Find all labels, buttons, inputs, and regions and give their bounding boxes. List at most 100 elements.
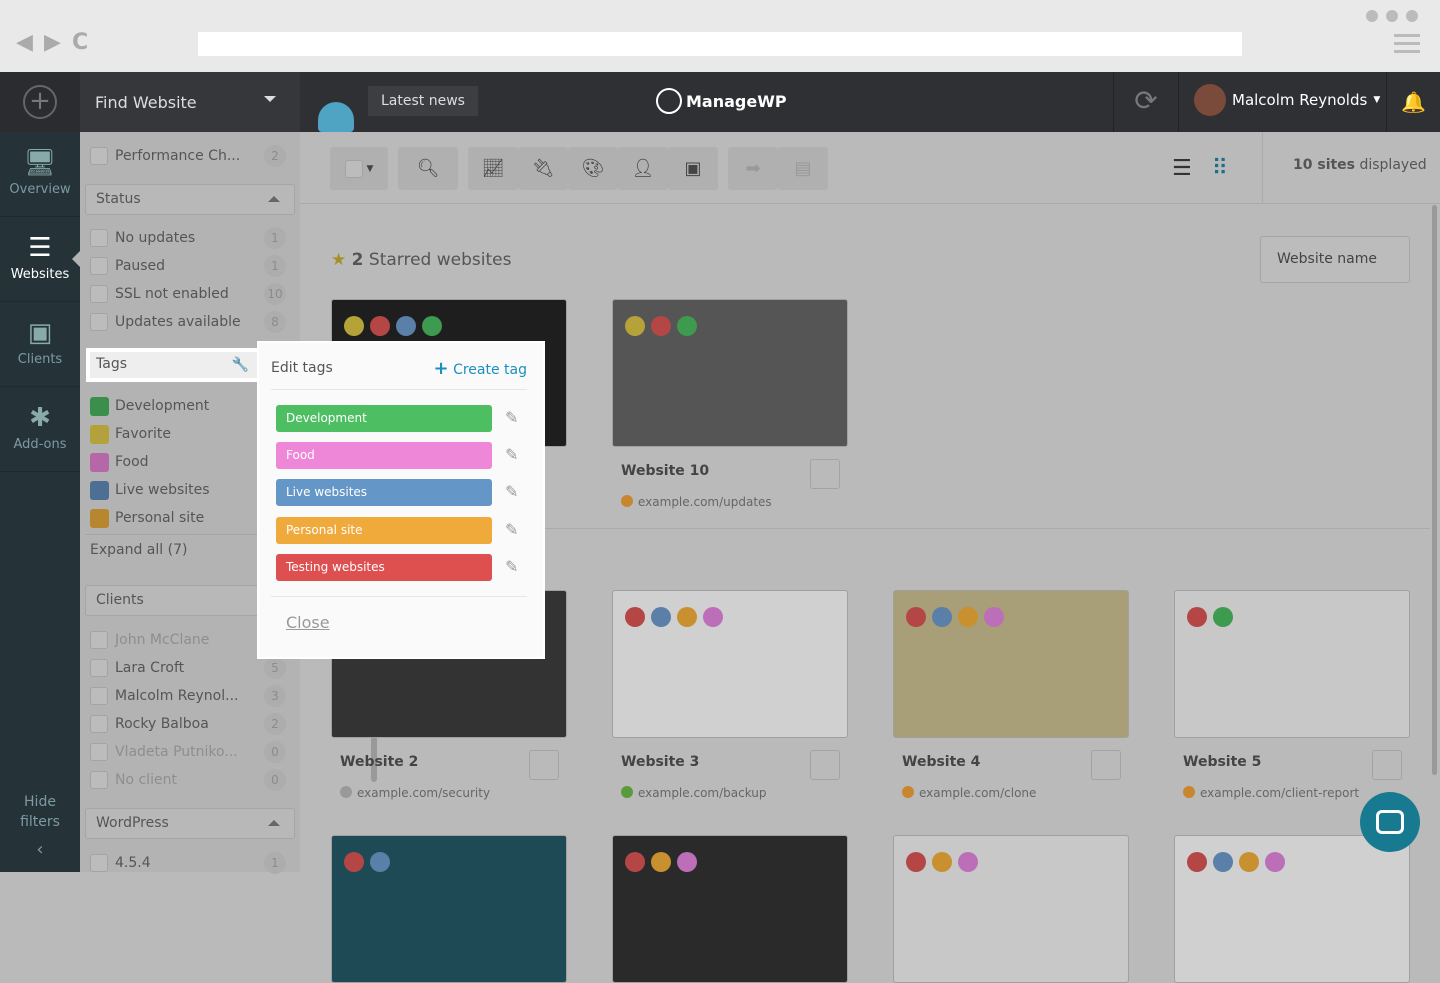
pencil-icon[interactable]: ✎ [505,445,518,464]
select-checkbox[interactable] [529,750,559,780]
website-url[interactable]: example.com/security [340,786,567,800]
checkbox[interactable] [90,229,108,247]
filter-client[interactable]: Lara Croft 5 [90,657,286,679]
checkbox[interactable] [90,854,108,872]
checkbox[interactable] [90,147,108,165]
website-card[interactable] [893,835,1129,983]
create-tag-button[interactable]: + Create tag [434,358,527,379]
select-all-dropdown[interactable]: ▼ [330,147,388,190]
pencil-icon[interactable]: ✎ [505,520,518,539]
status-section-header[interactable]: Status [85,184,295,215]
sort-dropdown[interactable]: Website name [1260,236,1410,283]
themes-button[interactable]: 🎨︎ [568,147,618,190]
tag-pill[interactable]: Development [276,405,492,432]
main-scrollbar[interactable] [1432,205,1437,775]
checkbox[interactable] [90,715,108,733]
filter-tag[interactable]: Personal site [90,507,286,529]
filter-status[interactable]: Updates available 8 [90,311,286,333]
tag-pill[interactable]: Personal site [276,516,492,544]
add-website-button[interactable]: + [0,72,80,132]
nav-websites[interactable]: ☰ Websites [0,217,80,302]
filter-client[interactable]: Malcolm Reynol... 3 [90,685,286,707]
website-card[interactable]: Website 3 example.com/backup [612,590,848,800]
checkbox[interactable] [90,687,108,705]
filter-status[interactable]: No updates 1 [90,227,286,249]
checkbox[interactable] [90,313,108,331]
chat-button[interactable] [1360,792,1420,852]
website-card[interactable] [1174,835,1410,983]
website-thumbnail[interactable] [612,299,848,447]
checkbox[interactable] [90,285,108,303]
tags-section-header[interactable]: Tags 🔧 [86,348,261,382]
website-thumbnail[interactable] [612,590,848,738]
address-bar[interactable] [198,32,1242,56]
back-icon[interactable]: ◀ [16,30,33,55]
tag-pill[interactable]: Testing websites [276,553,492,581]
filter-performance[interactable]: Performance Ch... 2 [90,145,286,167]
nav-overview[interactable]: 🖥 Overview [0,132,80,217]
users-button[interactable]: 👤︎ [618,147,668,190]
expand-all-link[interactable]: Expand all (7) [90,539,286,561]
nav-clients[interactable]: ▣ Clients [0,302,80,387]
website-thumbnail[interactable] [331,835,567,983]
grid-view-icon[interactable]: ⠿ [1212,156,1228,181]
nav-addons[interactable]: ✱ Add-ons [0,387,80,472]
select-checkbox[interactable] [810,750,840,780]
close-link[interactable]: Close [286,613,330,632]
pencil-icon[interactable]: ✎ [505,557,518,576]
website-card[interactable]: Website 10 example.com/updates [612,299,848,509]
filter-client[interactable]: John McClane [90,629,286,651]
filter-tag[interactable]: Favorite [90,423,286,445]
wordpress-section-header[interactable]: WordPress [85,808,295,839]
filter-tag[interactable]: Food [90,451,286,473]
code-snippet-button[interactable]: ▣ [668,147,718,190]
website-url[interactable]: example.com/clone [902,786,1129,800]
hamburger-menu-icon[interactable] [1394,34,1420,58]
checkbox[interactable] [90,659,108,677]
select-checkbox[interactable] [1372,750,1402,780]
website-thumbnail[interactable] [612,835,848,983]
wrench-icon[interactable]: 🔧 [232,357,249,373]
checkbox[interactable] [90,631,108,649]
filter-client[interactable]: Rocky Balboa 2 [90,713,286,735]
checkbox[interactable] [90,743,108,761]
filter-client[interactable]: No client 0 [90,769,286,791]
website-thumbnail[interactable] [893,590,1129,738]
website-card[interactable] [331,835,567,983]
website-thumbnail[interactable] [1174,590,1410,738]
select-checkbox[interactable] [810,459,840,489]
search-button[interactable]: 🔍︎ [398,147,458,190]
bell-icon[interactable]: 🔔 [1386,72,1440,132]
checkbox[interactable] [90,257,108,275]
select-checkbox[interactable] [1091,750,1121,780]
plugins-button[interactable]: 🔌︎ [518,147,568,190]
find-website-dropdown[interactable]: Find Website [80,72,300,132]
website-url[interactable]: example.com/backup [621,786,848,800]
latest-news-button[interactable]: Latest news [368,86,478,116]
tag-pill[interactable]: Food [276,442,492,470]
filter-wp-version[interactable]: 4.5.4 1 [90,852,286,874]
managewp-logo[interactable]: ManageWP [656,88,787,114]
user-menu[interactable]: Malcolm Reynolds ▼ [1194,84,1380,116]
hide-filters-button[interactable]: Hide filters ‹ [0,792,80,860]
tag-pill[interactable]: Live websites [276,479,492,507]
filter-tag[interactable]: Live websites [90,479,286,501]
filter-status[interactable]: SSL not enabled 10 [90,283,286,305]
filter-tag[interactable]: Development [90,395,286,417]
website-card[interactable] [612,835,848,983]
website-thumbnail[interactable] [893,835,1129,983]
website-thumbnail[interactable] [1174,835,1410,983]
client-button[interactable]: ▤ [778,147,828,190]
filter-client[interactable]: Vladeta Putniko... 0 [90,741,286,763]
filter-status[interactable]: Paused 1 [90,255,286,277]
website-card[interactable]: Website 4 example.com/clone [893,590,1129,800]
reload-icon[interactable]: C [72,30,88,55]
tag-button[interactable]: ➡︎ [728,147,778,190]
website-card[interactable]: Website 5 example.com/client-report [1174,590,1410,800]
forward-icon[interactable]: ▶ [44,30,61,55]
analytics-button[interactable]: 📈︎ [468,147,518,190]
checkbox[interactable] [90,771,108,789]
website-url[interactable]: example.com/updates [621,495,848,509]
pencil-icon[interactable]: ✎ [505,482,518,501]
pencil-icon[interactable]: ✎ [505,408,518,427]
